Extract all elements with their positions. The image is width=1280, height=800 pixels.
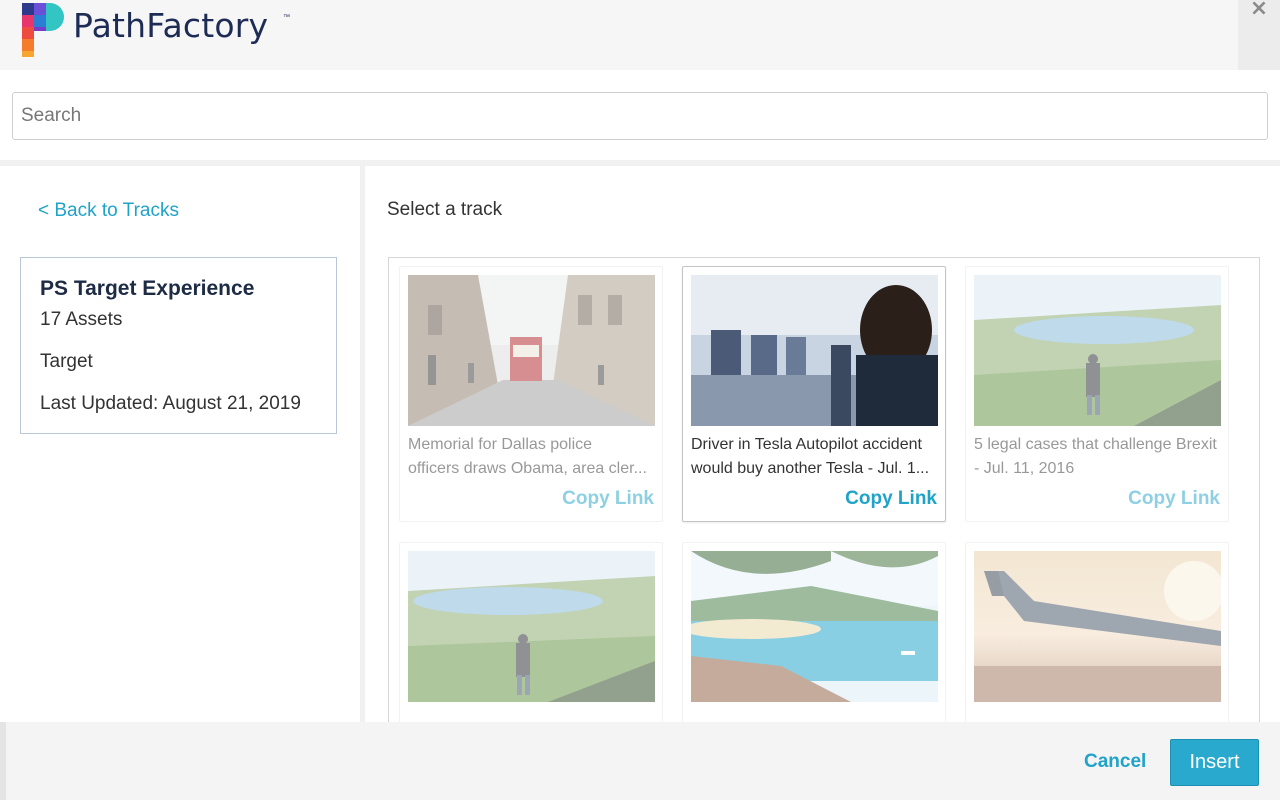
asset-title: Driver in Tesla Autopilot accident would… [691, 436, 930, 477]
track-summary-card: PS Target Experience 17 Assets Target La… [20, 257, 337, 434]
close-icon: × [1249, 0, 1269, 21]
copy-link-button[interactable]: Copy Link [1128, 488, 1220, 510]
insert-button[interactable]: Insert [1170, 739, 1259, 786]
copy-link-button[interactable]: Copy Link [845, 488, 937, 510]
hiker-valley-image [408, 551, 655, 702]
track-last-updated: Last Updated: August 21, 2019 [40, 393, 301, 414]
hiker-valley-image [974, 275, 1221, 426]
search-bar [0, 70, 1280, 162]
main-content: Select a track Memorial for Dallas polic… [365, 166, 1280, 757]
close-button[interactable]: × [1238, 0, 1280, 70]
pathfactory-logo-icon [22, 3, 64, 57]
track-asset-count: 17 Assets [40, 309, 123, 330]
trademark-mark: ™ [283, 14, 290, 21]
footer: Cancel Insert [0, 722, 1280, 800]
cancel-button[interactable]: Cancel [1084, 751, 1146, 773]
footer-edge [0, 722, 6, 800]
asset-grid: Memorial for Dallas police officers draw… [388, 257, 1260, 757]
back-to-tracks-link[interactable]: < Back to Tracks [38, 200, 179, 222]
track-tag: Target [40, 351, 93, 372]
track-name: PS Target Experience [40, 277, 255, 300]
section-title: Select a track [387, 199, 503, 220]
airplane-cabin-image [691, 275, 938, 426]
asset-title: 5 legal cases that challenge Brexit - Ju… [974, 436, 1217, 477]
asset-card[interactable]: Driver in Tesla Autopilot accident would… [682, 266, 946, 522]
sidebar: < Back to Tracks PS Target Experience 17… [0, 166, 360, 726]
copy-link-button[interactable]: Copy Link [562, 488, 654, 510]
brand-name: PathFactory [73, 6, 269, 45]
asset-card[interactable]: Memorial for Dallas police officers draw… [399, 266, 663, 522]
asset-title: Memorial for Dallas police officers draw… [408, 436, 647, 477]
asset-card[interactable]: 5 legal cases that challenge Brexit - Ju… [965, 266, 1229, 522]
tropical-beach-image [691, 551, 938, 702]
street-tram-image [408, 275, 655, 426]
search-input[interactable] [12, 92, 1268, 140]
airplane-wing-image [974, 551, 1221, 702]
header: PathFactory ™ × [0, 0, 1280, 70]
